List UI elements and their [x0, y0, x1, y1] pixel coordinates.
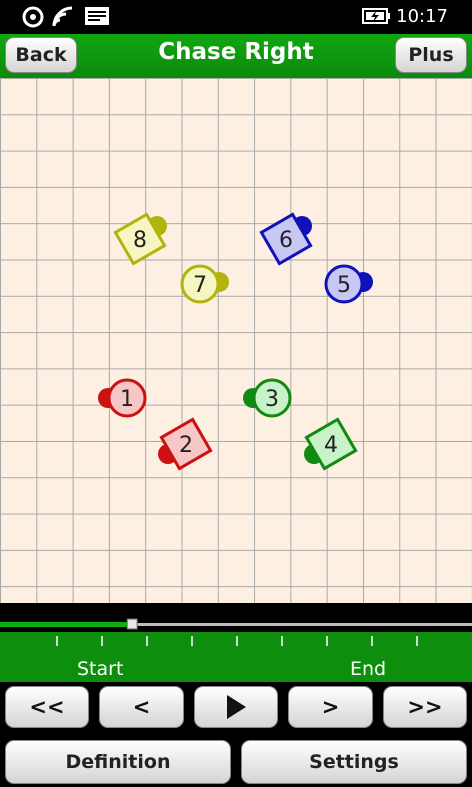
- dancer-2[interactable]: 2: [158, 417, 213, 471]
- dancer-5[interactable]: 5: [324, 264, 373, 304]
- playback-controls: << < > >> Definition Settings: [0, 682, 472, 787]
- timeline-bar[interactable]: Start End: [0, 632, 472, 682]
- status-bar: 10:17: [0, 0, 472, 34]
- progress-slider[interactable]: [0, 603, 472, 633]
- plus-button[interactable]: Plus: [395, 37, 467, 73]
- dancer-6[interactable]: 6: [259, 212, 313, 266]
- progress-strip: [0, 603, 472, 633]
- page-title: Chase Right: [158, 39, 314, 65]
- dancer-5-number: 5: [337, 273, 351, 298]
- play-icon: [227, 695, 246, 719]
- timeline-ticks: [56, 636, 418, 646]
- battery-charging-icon: [362, 8, 390, 24]
- back-button[interactable]: Back: [5, 37, 77, 73]
- data-sense-icon: [22, 6, 44, 28]
- dancer-7[interactable]: 7: [180, 264, 229, 304]
- dancer-layer: 1 2 3 4 5 6 7 8: [98, 212, 373, 471]
- clock: 10:17: [396, 6, 448, 27]
- dancer-4[interactable]: 4: [304, 417, 358, 471]
- timeline-end-label: End: [350, 658, 387, 680]
- dancer-6-number: 6: [279, 228, 293, 253]
- settings-button[interactable]: Settings: [241, 740, 467, 784]
- dancer-2-number: 2: [179, 433, 193, 458]
- step-forward-button[interactable]: >: [288, 686, 373, 728]
- header-bar: Back Chase Right Plus: [0, 34, 472, 78]
- dancer-8[interactable]: 8: [113, 212, 167, 266]
- definition-button[interactable]: Definition: [5, 740, 231, 784]
- dancer-4-number: 4: [324, 433, 338, 458]
- dancer-1-number: 1: [120, 387, 134, 412]
- wifi-icon: [52, 6, 73, 27]
- dancer-7-number: 7: [193, 273, 207, 298]
- message-icon: [85, 7, 109, 25]
- play-button[interactable]: [194, 686, 278, 728]
- dancer-8-number: 8: [133, 228, 147, 253]
- timeline-start-label: Start: [77, 658, 124, 680]
- dance-floor-grid[interactable]: 1 2 3 4 5 6 7 8: [0, 78, 472, 603]
- dancer-1[interactable]: 1: [98, 378, 147, 418]
- forward-button[interactable]: >>: [383, 686, 467, 728]
- dancer-3[interactable]: 3: [243, 378, 292, 418]
- dancer-3-number: 3: [265, 387, 279, 412]
- step-back-button[interactable]: <: [99, 686, 184, 728]
- progress-fill: [0, 622, 133, 627]
- rewind-button[interactable]: <<: [5, 686, 89, 728]
- progress-thumb[interactable]: [126, 618, 138, 630]
